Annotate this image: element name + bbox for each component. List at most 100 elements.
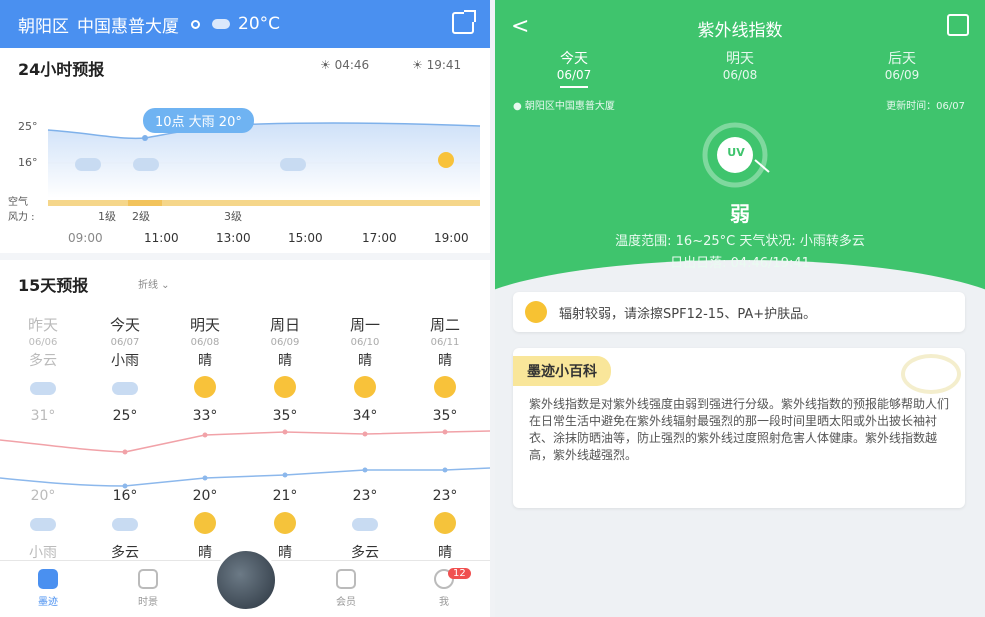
cloud-icon [75, 158, 101, 171]
tab-label: 时景 [138, 597, 158, 608]
time-label: 11:00 [144, 231, 179, 245]
encyclopedia-card: 墨迹小百科 紫外线指数是对紫外线强度由弱到强进行分级。紫外线指数的预报能够帮助人… [513, 348, 965, 508]
sunset-time: 19:41 [426, 58, 462, 72]
day-column[interactable]: 今天 06/07 小雨 [94, 314, 156, 370]
day-tab-label: 今天 [560, 51, 588, 67]
rain-cloud-icon [212, 19, 230, 29]
day-column[interactable]: 周一 06/10 晴 [334, 314, 396, 370]
tab-scenes[interactable]: 时景 [118, 569, 178, 608]
high-temp-line [0, 430, 490, 453]
notification-badge: 12 [448, 568, 471, 579]
time-label: 15:00 [288, 231, 323, 245]
low-temp: 20° [192, 488, 218, 504]
location-dot-icon [191, 19, 200, 29]
tab-day-after[interactable]: 后天 06/09 [857, 48, 947, 82]
day-label: 周一 [349, 316, 380, 334]
high-temp-point [122, 449, 128, 455]
wind-level: 3级 [224, 210, 242, 223]
high-temp-point [202, 432, 208, 438]
page-title: 紫外线指数 [697, 21, 783, 41]
high-temp-point [362, 431, 368, 437]
day-label: 昨天 [27, 316, 58, 334]
uv-tip-card: 辐射较弱，请涂擦SPF12-15、PA+护肤品。 [513, 292, 965, 332]
day-label: 今天 [109, 316, 140, 334]
time-label: 17:00 [362, 231, 397, 245]
uv-panel: < 紫外线指数 今天 06/07 明天 06/08 后天 06/09 ● 朝阳区… [495, 0, 985, 617]
night-weather: 多云 [111, 545, 139, 561]
time-label: 09:00 [68, 231, 103, 245]
day-date: 06/07 [110, 337, 140, 348]
day-date: 06/06 [28, 337, 58, 348]
share-icon[interactable] [947, 14, 969, 36]
day-column[interactable]: 周日 06/09 晴 [254, 314, 316, 370]
share-icon[interactable] [452, 10, 476, 34]
day-tab-date: 06/09 [884, 68, 920, 82]
low-temp: 23° [352, 488, 378, 504]
image-icon [138, 569, 158, 589]
forecast-15d-card: 15天预报 折线 ⌄ 昨天 06/06 多云 今天 06/07 小雨 明天 06… [0, 260, 490, 561]
sunrise-sunset: 日出日落: 04:46/19:41 [670, 256, 810, 271]
chart-mode-select[interactable]: 折线 ⌄ [138, 276, 170, 291]
low-temp-point [282, 472, 288, 478]
sunny-icon [354, 376, 376, 398]
home-icon [38, 569, 58, 589]
y-label-top: 25° [18, 120, 38, 133]
uv-location: ● 朝阳区中国惠普大厦 [513, 97, 615, 112]
day-tab-date: 06/08 [722, 68, 758, 82]
tab-tomorrow[interactable]: 明天 06/08 [695, 48, 785, 82]
tab-vip[interactable]: 会员 [316, 569, 376, 608]
day-label: 周日 [269, 316, 300, 334]
sunny-icon [274, 376, 296, 398]
low-temp: 16° [112, 488, 138, 504]
update-time: 更新时间：06/07 [886, 101, 965, 112]
day-date: 06/10 [350, 337, 380, 348]
day-column[interactable]: 昨天 06/06 多云 [12, 314, 74, 370]
air-label: 空气 [8, 197, 28, 208]
tab-label: 会员 [336, 597, 356, 608]
day-column[interactable]: 周二 06/11 晴 [414, 314, 476, 370]
time-label: 19:00 [434, 231, 469, 245]
low-temp: 23° [432, 488, 458, 504]
temp-point [142, 135, 148, 141]
cloudy-icon [30, 382, 56, 395]
air-bar [48, 200, 480, 206]
day-weather: 多云 [29, 353, 57, 369]
sunny-icon [194, 376, 216, 398]
forecast-24h-card: 24小时预报 ☀ 04:46 ☀ 19:41 10点 大雨 20° 25° 16… [0, 48, 490, 253]
avatar[interactable] [214, 548, 278, 612]
district-label: 朝阳区 [18, 16, 69, 37]
sunrise: ☀ 04:46 [320, 58, 369, 72]
day-tab-label: 明天 [726, 51, 754, 67]
sunset: ☀ 19:41 [412, 58, 461, 72]
rain-icon [112, 382, 138, 395]
low-temp-point [442, 467, 448, 473]
sunny-icon [434, 376, 456, 398]
weather-header: 朝阳区 中国惠普大厦 20°C [0, 0, 490, 48]
sunset-icon: ☀ [412, 58, 423, 72]
wind-label: 风力 : [8, 212, 35, 223]
night-weather: 晴 [438, 545, 452, 561]
high-temp-point [442, 429, 448, 435]
place-label: 中国惠普大厦 [77, 16, 179, 37]
tab-moji[interactable]: 墨迹 [18, 569, 78, 608]
encyclopedia-text: 紫外线指数是对紫外线强度由弱到强进行分级。紫外线指数的预报能够帮助人们在日常生活… [529, 397, 950, 462]
cloud-icon [280, 158, 306, 171]
day-tab-label: 后天 [888, 51, 916, 67]
day-weather: 晴 [358, 353, 372, 369]
low-temp: 21° [272, 488, 298, 504]
sunrise-time: 04:46 [334, 58, 370, 72]
weather-panel: 朝阳区 中国惠普大厦 20°C 24小时预报 ☀ 04:46 ☀ 19:41 1… [0, 0, 490, 617]
sunrise-icon: ☀ [320, 58, 331, 72]
day-weather: 晴 [198, 353, 212, 369]
day-weather: 晴 [438, 353, 452, 369]
night-weather: 小雨 [29, 545, 57, 561]
location-text: 朝阳区中国惠普大厦 [524, 101, 615, 112]
day-column[interactable]: 明天 06/08 晴 [174, 314, 236, 370]
tab-today[interactable]: 今天 06/07 [529, 48, 619, 88]
day-weather: 小雨 [111, 353, 139, 369]
tab-label: 墨迹 [38, 597, 58, 608]
temperature-range: 温度范围: 16~25°C 天气状况: 小雨转多云 [615, 234, 865, 249]
uv-tip-text: 辐射较弱，请涂擦SPF12-15、PA+护肤品。 [559, 306, 817, 322]
moon-icon [434, 512, 456, 534]
chevron-down-icon: ⌄ [158, 280, 170, 291]
